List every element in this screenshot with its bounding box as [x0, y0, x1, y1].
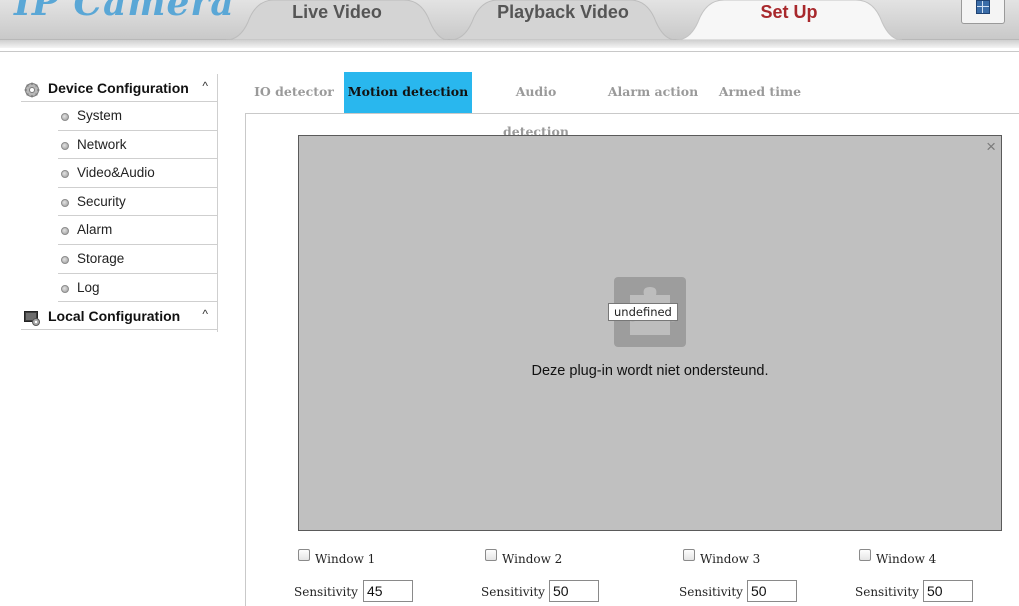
sidebar-item-storage[interactable]: Storage [58, 245, 218, 274]
tab-set-up[interactable]: Set Up [676, 0, 902, 40]
sidebar-item-video-audio[interactable]: Video&Audio [58, 159, 218, 188]
sidebar-item-system[interactable]: System [58, 102, 218, 131]
sidebar-section-device-configuration[interactable]: Device Configuration ^ [21, 74, 218, 102]
monitor-icon [24, 311, 40, 327]
plugin-unsupported-message: Deze plug-in wordt niet ondersteund. [531, 363, 769, 379]
bullet-icon [61, 113, 69, 121]
sidebar-item-alarm[interactable]: Alarm [58, 216, 218, 245]
window-label: Window 1 [315, 552, 376, 566]
tab-live-video[interactable]: Live Video [226, 0, 448, 40]
chevron-up-icon[interactable]: ^ [202, 307, 208, 321]
sidebar-item-network[interactable]: Network [58, 131, 218, 160]
sidebar-section-local-configuration[interactable]: Local Configuration ^ [21, 302, 218, 331]
sidebar-section-title: Device Configuration [48, 80, 189, 96]
bullet-icon [61, 255, 69, 264]
sensitivity-input-2[interactable] [549, 580, 599, 602]
sensitivity-input-1[interactable] [363, 580, 413, 602]
bullet-icon [61, 227, 69, 236]
sidebar-item-security[interactable]: Security [58, 188, 218, 217]
window-label: Window 4 [876, 552, 937, 566]
tab-motion-detection[interactable]: Motion detection [344, 72, 472, 113]
sensitivity-input-4[interactable] [923, 580, 973, 602]
sidebar-item-label: Video&Audio [77, 165, 155, 181]
sidebar-border [217, 74, 218, 332]
video-plugin-area[interactable]: × undefined Deze plug-in wordt niet onde… [298, 135, 1002, 531]
top-bar-shadow [0, 40, 1019, 48]
sidebar-section-title: Local Configuration [48, 308, 181, 325]
sensitivity-input-3[interactable] [747, 580, 797, 602]
chevron-up-icon[interactable]: ^ [202, 79, 208, 93]
bullet-icon [61, 284, 69, 293]
window-label: Window 3 [700, 552, 761, 566]
tab-playback-video-label: Playback Video [497, 2, 629, 22]
window-icon[interactable] [961, 0, 1005, 24]
checkbox-box[interactable] [298, 549, 310, 561]
header-divider [0, 51, 1019, 52]
tab-armed-time[interactable]: Armed time [716, 72, 804, 113]
plugin-tooltip: undefined [608, 303, 678, 321]
bullet-icon [61, 198, 69, 207]
tab-playback-video[interactable]: Playback Video [450, 0, 676, 40]
sidebar: Device Configuration ^ System Network Vi… [21, 74, 218, 331]
sensitivity-label: Sensitivity : [855, 585, 927, 599]
sidebar-item-label: Network [77, 136, 127, 152]
window-label: Window 2 [502, 552, 563, 566]
checkbox-box[interactable] [683, 549, 695, 561]
tab-alarm-action[interactable]: Alarm action [606, 72, 700, 113]
sidebar-item-label: Alarm [77, 222, 113, 238]
app-logo: IP Camera [14, 0, 235, 24]
sidebar-item-label: Storage [77, 250, 125, 266]
sensitivity-label: Sensitivity : [294, 585, 366, 599]
gear-icon [24, 82, 40, 98]
bullet-icon [61, 170, 69, 179]
ip-camera-setup-page: IP Camera Live Video Playback Video Set … [0, 0, 1019, 606]
sensitivity-label: Sensitivity : [481, 585, 553, 599]
sensitivity-label: Sensitivity : [679, 585, 751, 599]
sidebar-item-label: Security [77, 193, 126, 209]
tab-set-up-label: Set Up [760, 2, 818, 22]
sidebar-item-label: System [77, 108, 123, 123]
sidebar-item-log[interactable]: Log [58, 274, 218, 303]
checkbox-box[interactable] [485, 549, 497, 561]
tab-audio-detection[interactable]: Audio detection [482, 72, 590, 139]
window-icon-glyph [976, 0, 990, 14]
bullet-icon [61, 141, 69, 150]
close-icon[interactable]: × [986, 137, 996, 157]
checkbox-box[interactable] [859, 549, 871, 561]
sidebar-item-label: Log [77, 279, 100, 295]
tab-live-video-label: Live Video [292, 2, 382, 22]
tab-io-detector[interactable]: IO detector [252, 72, 336, 113]
